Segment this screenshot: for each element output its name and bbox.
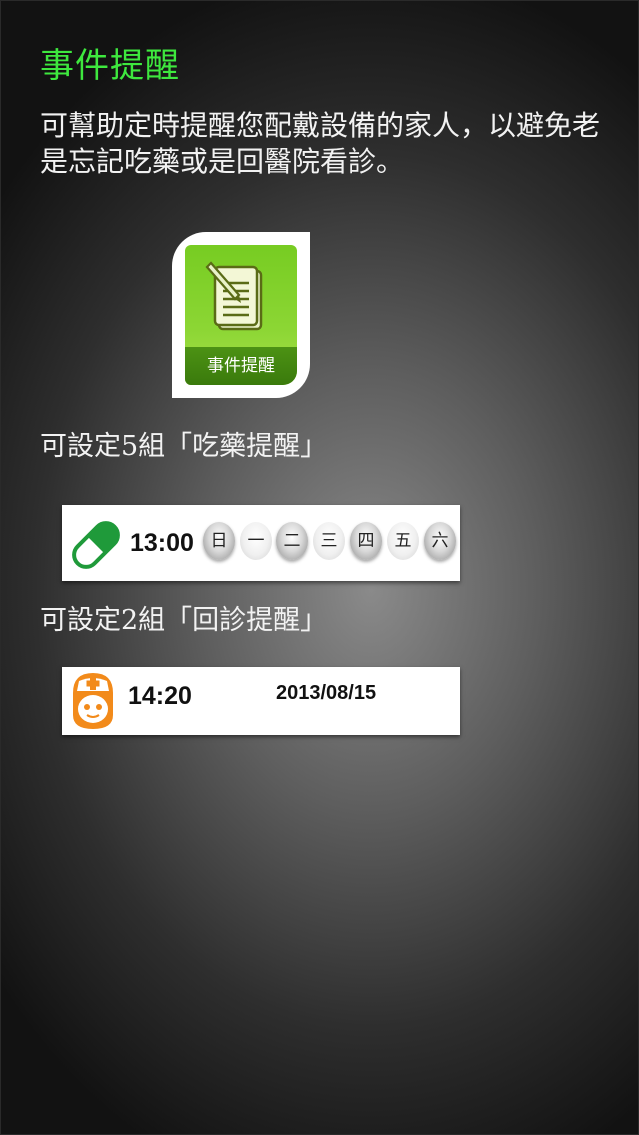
medicine-reminder-label: 可設定5組「吃藥提醒」 xyxy=(40,431,328,462)
day-toggle-sun[interactable]: 日 xyxy=(203,522,235,560)
app-icon-label: 事件提醒 xyxy=(185,347,297,385)
day-toggle-fri[interactable]: 五 xyxy=(387,522,419,560)
app-icon-tile: 事件提醒 xyxy=(185,245,297,385)
medicine-time: 13:00 xyxy=(130,529,194,557)
page-description: 可幫助定時提醒您配戴設備的家人，以避免老是忘記吃藥或是回醫院看診。 xyxy=(40,109,601,178)
event-reminder-app-icon[interactable]: 事件提醒 xyxy=(172,232,310,398)
day-toggle-wed[interactable]: 三 xyxy=(313,522,345,560)
day-toggle-tue[interactable]: 二 xyxy=(276,522,308,560)
day-toggle-thu[interactable]: 四 xyxy=(350,522,382,560)
day-toggle-sat[interactable]: 六 xyxy=(424,522,456,560)
page-title: 事件提醒 xyxy=(40,46,180,86)
pill-icon xyxy=(72,521,120,569)
revisit-reminder-card[interactable]: 14:20 2013/08/15 xyxy=(62,667,460,735)
revisit-reminder-label: 可設定2組「回診提醒」 xyxy=(40,605,328,636)
medicine-reminder-card[interactable]: 13:00 日 一 二 三 四 五 六 xyxy=(62,505,460,581)
nurse-icon xyxy=(73,673,113,729)
revisit-date: 2013/08/15 xyxy=(276,682,377,704)
revisit-time: 14:20 xyxy=(128,682,192,710)
day-toggle-mon[interactable]: 一 xyxy=(240,522,272,560)
notepad-pen-icon xyxy=(205,261,263,331)
